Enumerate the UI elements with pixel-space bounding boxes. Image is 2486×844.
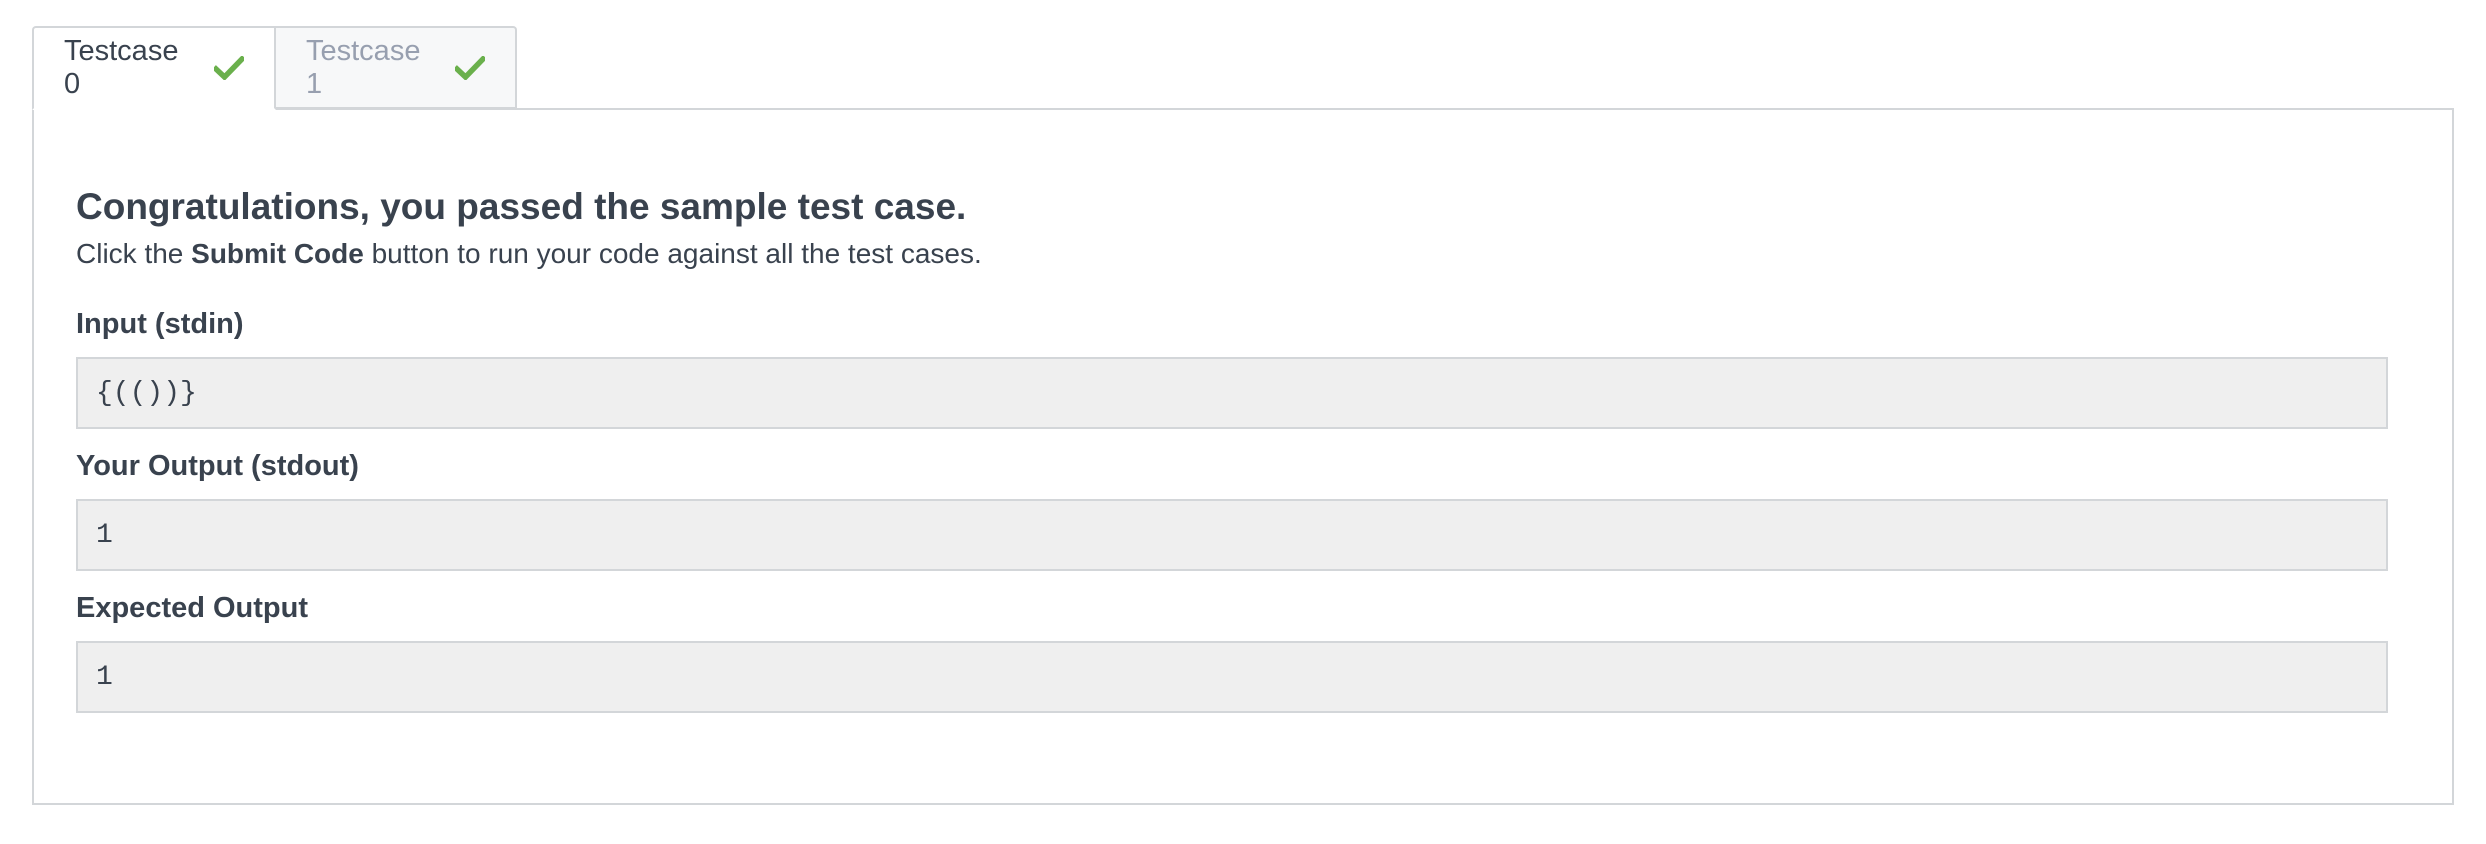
checkmark-icon: [214, 56, 244, 80]
expected-output-label: Expected Output: [76, 592, 309, 624]
tab-testcase-0[interactable]: Testcase 0: [32, 26, 276, 110]
subtext-after: button to run your code against all the …: [363, 238, 982, 269]
submit-code-text: Submit Code: [191, 238, 364, 269]
subtext-before: Click the: [76, 238, 192, 269]
tab-testcase-1[interactable]: Testcase 1: [276, 26, 517, 109]
testcase-tabs: Testcase 0 Testcase 1: [32, 26, 517, 110]
result-heading: Congratulations, you passed the sample t…: [76, 186, 967, 227]
testcase-result-panel: Congratulations, you passed the sample t…: [32, 108, 2454, 805]
checkmark-icon: [455, 55, 485, 80]
tab-label: Testcase 0: [64, 35, 179, 100]
result-subtext: Click the Submit Code button to run your…: [76, 238, 982, 270]
output-label: Your Output (stdout): [76, 450, 359, 482]
tab-label: Testcase 1: [306, 34, 421, 100]
expected-output-value-box: 1: [76, 641, 2388, 713]
input-value-box: {(())}: [76, 357, 2388, 429]
input-label: Input (stdin): [76, 308, 244, 340]
output-value-box: 1: [76, 499, 2388, 571]
